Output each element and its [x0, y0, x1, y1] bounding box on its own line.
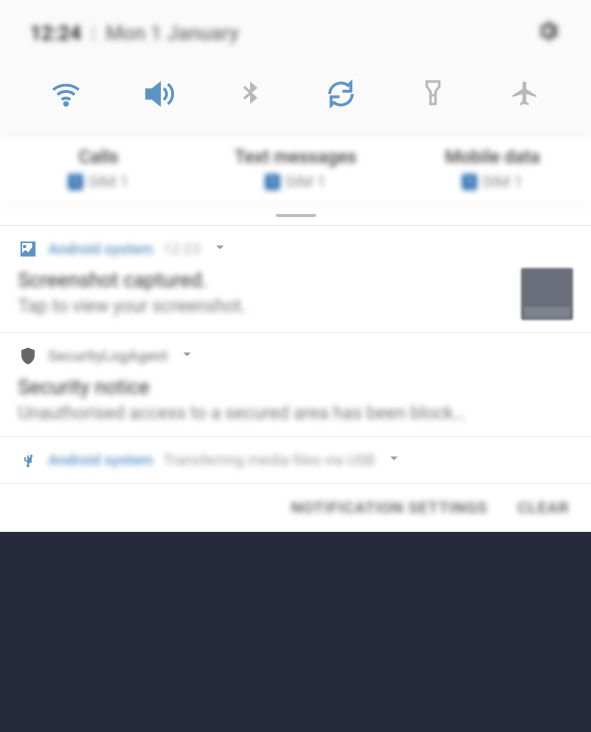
- shield-icon: [18, 346, 38, 366]
- wifi-toggle[interactable]: [42, 70, 90, 118]
- sim-title: Text messages: [197, 147, 394, 168]
- notification-app: Android system: [48, 451, 153, 469]
- notification-desc: Tap to view your screenshot.: [18, 296, 509, 317]
- sim-data[interactable]: Mobile data 1 SIM 1: [394, 137, 591, 205]
- chevron-down-icon[interactable]: [178, 345, 196, 367]
- sim-badge: 1: [265, 174, 280, 190]
- usb-icon: [18, 450, 38, 470]
- sim-badge: 1: [462, 174, 477, 190]
- chevron-down-icon[interactable]: [211, 238, 229, 260]
- sim-title: Mobile data: [394, 147, 591, 168]
- airplane-toggle[interactable]: [501, 70, 549, 118]
- settings-icon[interactable]: [535, 18, 561, 48]
- notification-desc: Unauthorised access to a secured area ha…: [18, 403, 573, 424]
- notification-footer: NOTIFICATION SETTINGS CLEAR: [0, 484, 591, 532]
- sim-row: Calls 1 SIM 1 Text messages 1 SIM 1 Mobile…: [0, 136, 591, 206]
- status-header: 12:24 | Mon 1 January: [0, 0, 591, 58]
- notification-panel: 12:24 | Mon 1 January: [0, 0, 591, 136]
- quick-settings: [0, 58, 591, 136]
- sim-value: SIM 1: [482, 172, 523, 191]
- notification-screenshot[interactable]: Android system 12:23 Screenshot captured…: [0, 226, 591, 333]
- sim-texts[interactable]: Text messages 1 SIM 1: [197, 137, 394, 205]
- home-background: [0, 532, 591, 732]
- sim-badge: 1: [68, 174, 83, 190]
- clock-date: Mon 1 January: [106, 21, 239, 45]
- sim-value: SIM 1: [285, 172, 326, 191]
- sim-title: Calls: [0, 147, 197, 168]
- notification-time: 12:23: [163, 240, 200, 258]
- autorotate-toggle[interactable]: [317, 70, 365, 118]
- bluetooth-toggle[interactable]: [226, 70, 274, 118]
- sim-calls[interactable]: Calls 1 SIM 1: [0, 137, 197, 205]
- flashlight-toggle[interactable]: [409, 70, 457, 118]
- notifications: Android system 12:23 Screenshot captured…: [0, 225, 591, 484]
- screenshot-thumbnail[interactable]: [521, 268, 573, 320]
- sound-toggle[interactable]: [134, 70, 182, 118]
- panel-handle[interactable]: [0, 206, 591, 225]
- clock-time: 12:24: [30, 21, 81, 45]
- sim-value: SIM 1: [88, 172, 129, 191]
- notification-security[interactable]: SecurityLogAgent Security notice Unautho…: [0, 333, 591, 437]
- notification-title: Screenshot captured.: [18, 268, 509, 292]
- notification-sub: Transferring media files via USB: [163, 451, 375, 469]
- image-icon: [18, 239, 38, 259]
- notification-title: Security notice: [18, 375, 573, 399]
- notification-app: Android system: [48, 240, 153, 258]
- separator: |: [91, 23, 95, 44]
- notification-usb[interactable]: Android system Transferring media files …: [0, 437, 591, 484]
- clear-button[interactable]: CLEAR: [518, 498, 569, 517]
- notification-settings-button[interactable]: NOTIFICATION SETTINGS: [291, 498, 488, 517]
- notification-app: SecurityLogAgent: [48, 347, 168, 365]
- chevron-down-icon[interactable]: [385, 449, 403, 471]
